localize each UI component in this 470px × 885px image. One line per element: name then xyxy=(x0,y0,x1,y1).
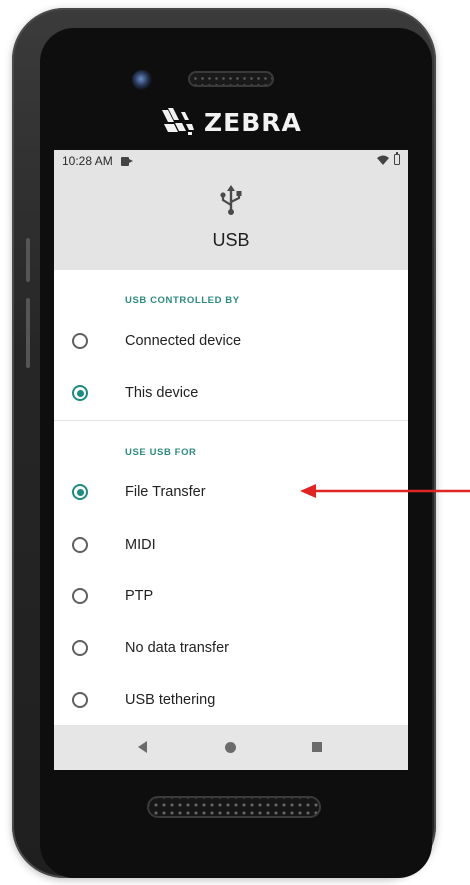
option-label: USB tethering xyxy=(125,692,216,708)
option-no-data-transfer[interactable]: No data transfer xyxy=(54,626,408,670)
page: ZEBRA 10:28 AM USB USB CONTROLLED BY Con… xyxy=(0,0,470,885)
page-title: USB xyxy=(212,230,250,250)
radio-unselected[interactable] xyxy=(72,537,88,553)
radio-unselected[interactable] xyxy=(72,692,88,708)
earpiece-speaker xyxy=(188,71,274,87)
volume-button xyxy=(26,238,30,282)
option-label: No data transfer xyxy=(125,640,229,656)
brand-name: ZEBRA xyxy=(204,107,302,137)
battery-icon xyxy=(394,152,400,165)
section-label-controlled-by: USB CONTROLLED BY xyxy=(125,295,240,306)
section-label-use-usb-for: USE USB FOR xyxy=(125,447,197,458)
section-divider xyxy=(54,420,408,421)
usb-header: USB xyxy=(54,172,408,270)
wifi-icon xyxy=(377,155,389,165)
bottom-speaker xyxy=(147,796,321,818)
zebra-head-icon xyxy=(162,108,194,135)
option-label: This device xyxy=(125,385,199,401)
recents-icon[interactable] xyxy=(312,742,322,752)
radio-selected[interactable] xyxy=(72,385,88,401)
option-midi[interactable]: MIDI xyxy=(54,523,408,567)
radio-unselected[interactable] xyxy=(72,588,88,604)
front-camera xyxy=(132,70,152,90)
option-usb-tethering[interactable]: USB tethering xyxy=(54,678,408,722)
option-label: MIDI xyxy=(125,537,156,553)
option-label: Connected device xyxy=(125,333,242,349)
option-ptp[interactable]: PTP xyxy=(54,574,408,618)
home-icon[interactable] xyxy=(225,742,236,753)
option-label: PTP xyxy=(125,588,154,604)
screen-record-icon xyxy=(120,156,133,166)
status-bar: 10:28 AM xyxy=(54,150,408,172)
status-time: 10:28 AM xyxy=(62,154,113,168)
annotation-arrow-icon xyxy=(300,484,470,498)
radio-unselected[interactable] xyxy=(72,333,88,349)
navigation-bar xyxy=(54,725,408,770)
side-button xyxy=(26,298,30,368)
status-icons xyxy=(377,152,400,165)
radio-unselected[interactable] xyxy=(72,640,88,656)
option-this-device[interactable]: This device xyxy=(54,371,408,415)
back-icon[interactable] xyxy=(138,741,147,753)
usb-icon xyxy=(220,185,242,215)
brand-logo: ZEBRA xyxy=(158,104,302,140)
device-screen: 10:28 AM USB USB CONTROLLED BY Connected… xyxy=(54,150,408,770)
radio-selected[interactable] xyxy=(72,484,88,500)
option-connected-device[interactable]: Connected device xyxy=(54,319,408,363)
option-label: File Transfer xyxy=(125,484,206,500)
